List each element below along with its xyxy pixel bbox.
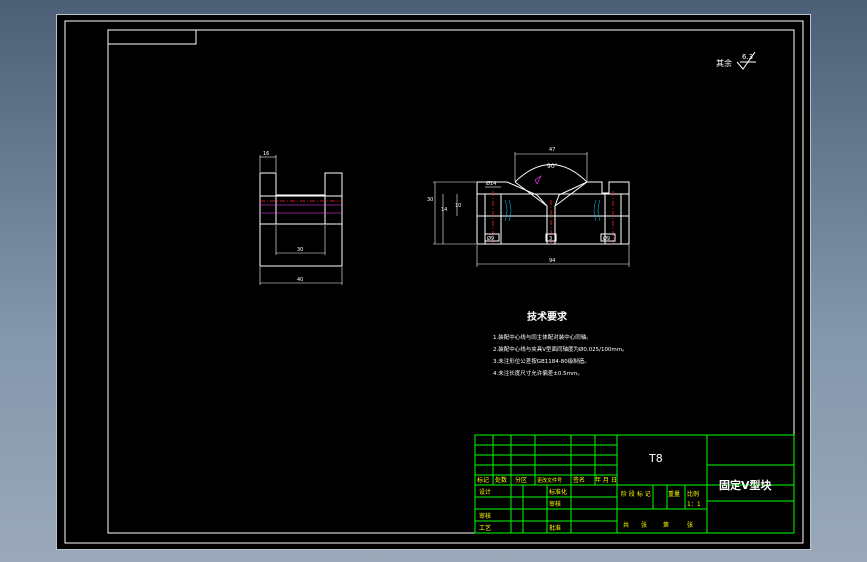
svg-text:重量: 重量 bbox=[668, 490, 680, 498]
svg-text:标准化: 标准化 bbox=[549, 488, 567, 496]
svg-text:年 月 日: 年 月 日 bbox=[595, 476, 617, 484]
svg-text:4.未注长度尺寸允许偏差±0.5mm。: 4.未注长度尺寸允许偏差±0.5mm。 bbox=[493, 369, 583, 377]
side-view: 16 30 40 bbox=[259, 151, 343, 285]
svg-text:Ø9: Ø9 bbox=[603, 235, 610, 242]
svg-text:审核: 审核 bbox=[549, 500, 561, 508]
front-view: 47 90° Ø14 30 14 10 Ø9 3 Ø9 94 bbox=[427, 147, 630, 267]
svg-text:标记: 标记 bbox=[477, 476, 489, 484]
svg-text:94: 94 bbox=[549, 258, 555, 264]
svg-text:1.装配中心线与同主体配对装中心同轴。: 1.装配中心线与同主体配对装中心同轴。 bbox=[493, 333, 592, 341]
svg-text:审核: 审核 bbox=[479, 512, 491, 520]
svg-text:批准: 批准 bbox=[549, 524, 561, 532]
svg-text:设计: 设计 bbox=[479, 488, 491, 496]
svg-text:3.未注形位公差按GB1184-80级制造。: 3.未注形位公差按GB1184-80级制造。 bbox=[493, 357, 590, 365]
svg-text:1：1: 1：1 bbox=[687, 501, 701, 508]
inner-frame bbox=[107, 29, 795, 534]
svg-text:张: 张 bbox=[641, 521, 647, 529]
svg-text:张: 张 bbox=[687, 521, 693, 529]
svg-text:47: 47 bbox=[549, 147, 555, 153]
svg-text:技术要求: 技术要求 bbox=[527, 310, 568, 323]
svg-text:30: 30 bbox=[427, 197, 433, 203]
svg-text:16: 16 bbox=[263, 151, 269, 157]
svg-text:签名: 签名 bbox=[573, 476, 585, 484]
outer-frame bbox=[64, 20, 804, 544]
svg-text:阶 段 标 记: 阶 段 标 记 bbox=[621, 490, 651, 498]
svg-text:工艺: 工艺 bbox=[479, 524, 491, 532]
svg-text:处数: 处数 bbox=[495, 476, 507, 484]
svg-text:10: 10 bbox=[455, 203, 461, 209]
svg-text:第: 第 bbox=[663, 521, 669, 529]
title-block: T8 固定V型块 标记 处数 分区 更改文件号 签名 年 月 日 设计 标准化 … bbox=[474, 434, 795, 534]
svg-text:30: 30 bbox=[297, 247, 303, 253]
drawing-sheet: 其余 6.3 16 30 40 47 90° Ø14 30 14 10 Ø9 3… bbox=[64, 20, 804, 544]
cad-viewport[interactable]: 其余 6.3 16 30 40 47 90° Ø14 30 14 10 Ø9 3… bbox=[56, 14, 811, 550]
svg-text:共: 共 bbox=[623, 521, 629, 529]
svg-text:Ø14: Ø14 bbox=[486, 180, 496, 187]
svg-text:Ø9: Ø9 bbox=[487, 235, 494, 242]
roughness-note: 其余 bbox=[716, 58, 732, 68]
part-name-text: 固定V型块 bbox=[719, 478, 773, 492]
material-text: T8 bbox=[648, 452, 663, 465]
svg-text:2.装配中心线与夹具V型面同轴度为Ø0.025/100mm。: 2.装配中心线与夹具V型面同轴度为Ø0.025/100mm。 bbox=[493, 345, 628, 353]
tech-requirements: 技术要求 1.装配中心线与同主体配对装中心同轴。 2.装配中心线与夹具V型面同轴… bbox=[493, 310, 628, 377]
svg-text:分区: 分区 bbox=[515, 476, 527, 484]
svg-text:3: 3 bbox=[549, 236, 552, 242]
svg-text:14: 14 bbox=[441, 207, 447, 213]
corner-label-box bbox=[107, 29, 197, 45]
svg-text:比例: 比例 bbox=[687, 490, 699, 498]
svg-text:更改文件号: 更改文件号 bbox=[537, 477, 562, 484]
svg-text:40: 40 bbox=[297, 277, 303, 283]
svg-text:90°: 90° bbox=[547, 163, 558, 170]
